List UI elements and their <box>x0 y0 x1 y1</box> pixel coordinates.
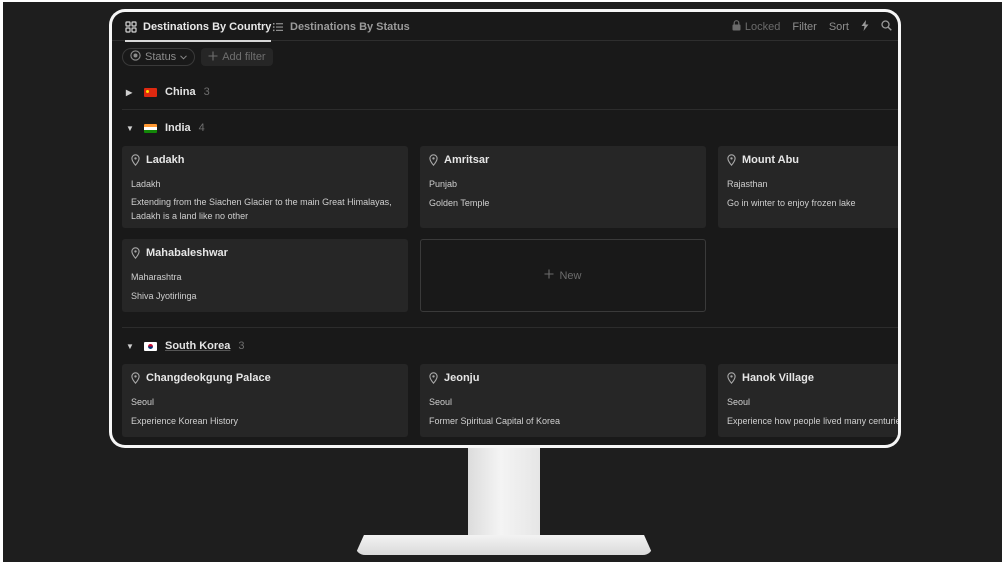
filter-bar: Status Add filter <box>122 48 273 66</box>
south-korea-flag-icon <box>144 341 157 351</box>
status-filter-label: Status <box>145 51 177 63</box>
card-region: Ladakh <box>131 179 161 189</box>
card-jeonju[interactable]: Jeonju Seoul Former Spiritual Capital of… <box>420 364 706 437</box>
card-description: Experience Korean History <box>131 416 239 426</box>
status-filter-chip[interactable]: Status <box>122 48 196 66</box>
filter-button[interactable]: Filter <box>792 21 816 33</box>
card-region: Punjab <box>429 179 458 189</box>
card-description: Experience how people lived many centuri… <box>727 416 898 426</box>
gallery-icon <box>125 20 137 33</box>
location-pin-icon <box>429 154 438 167</box>
monitor-stand-base <box>355 535 653 555</box>
tab-label: Destinations By Country <box>143 20 272 33</box>
card-description: Former Spiritual Capital of Korea <box>429 416 561 426</box>
status-icon <box>130 50 141 64</box>
card-title: Ladakh <box>146 154 185 166</box>
card-hanok-village[interactable]: Hanok Village Seoul Experience how peopl… <box>718 364 898 437</box>
caret-down-icon[interactable]: ▼ <box>126 124 136 133</box>
new-card-label: New <box>559 269 582 282</box>
card-description: Golden Temple <box>429 198 490 208</box>
group-name: South Korea <box>165 340 231 352</box>
india-flag-icon <box>144 123 157 133</box>
group-count: 4 <box>198 122 205 134</box>
location-pin-icon <box>727 154 736 167</box>
card-description: Go in winter to enjoy frozen lake <box>727 198 856 208</box>
list-icon <box>272 21 284 33</box>
automation-button[interactable] <box>861 19 869 34</box>
add-filter-label: Add filter <box>222 51 266 63</box>
card-title: Changdeokgung Palace <box>146 372 271 384</box>
chevron-down-icon <box>180 51 188 63</box>
group-name: India <box>165 122 191 134</box>
group-name: China <box>165 86 196 98</box>
search-icon <box>881 19 892 34</box>
card-region: Rajasthan <box>727 179 768 189</box>
card-ladakh[interactable]: Ladakh Ladakh Extending from the Siachen… <box>122 146 408 228</box>
tab-label: Destinations By Status <box>290 20 410 33</box>
card-title: Mount Abu <box>742 154 800 166</box>
divider <box>122 327 898 328</box>
sort-button[interactable]: Sort <box>829 21 849 33</box>
toolbar: Locked Filter Sort <box>732 12 892 41</box>
monitor-stand-neck <box>468 446 540 542</box>
card-mount-abu[interactable]: Mount Abu Rajasthan Go in winter to enjo… <box>718 146 898 228</box>
card-description: Extending from the Siachen Glacier to th… <box>131 197 392 221</box>
card-mahabaleshwar[interactable]: Mahabaleshwar Maharashtra Shiva Jyotirli… <box>122 239 408 312</box>
group-header-china[interactable]: ▶ China 3 <box>126 86 210 98</box>
card-region: Seoul <box>131 397 155 407</box>
card-region: Seoul <box>727 397 751 407</box>
tab-destinations-by-country[interactable]: Destinations By Country <box>125 12 272 42</box>
search-button[interactable] <box>881 19 892 34</box>
view-tabs-bar: Destinations By Country Destinations By … <box>112 12 898 42</box>
caret-right-icon[interactable]: ▶ <box>126 88 136 97</box>
card-region: Maharashtra <box>131 272 182 282</box>
divider <box>122 109 898 110</box>
location-pin-icon <box>131 154 140 167</box>
caret-down-icon[interactable]: ▼ <box>126 342 136 351</box>
lightning-icon <box>861 19 869 34</box>
card-changdeokgung-palace[interactable]: Changdeokgung Palace Seoul Experience Ko… <box>122 364 408 437</box>
location-pin-icon <box>131 372 140 385</box>
card-title: Amritsar <box>444 154 490 166</box>
group-header-south-korea[interactable]: ▼ South Korea 3 <box>126 340 245 352</box>
card-amritsar[interactable]: Amritsar Punjab Golden Temple <box>420 146 706 228</box>
group-header-india[interactable]: ▼ India 4 <box>126 122 205 134</box>
locked-label: Locked <box>744 20 781 33</box>
china-flag-icon <box>144 87 157 97</box>
card-title: Jeonju <box>444 372 480 384</box>
app-screen: Destinations By Country Destinations By … <box>112 12 898 445</box>
group-count: 3 <box>238 340 245 352</box>
lock-icon <box>732 19 741 34</box>
add-filter-button[interactable]: Add filter <box>201 48 273 66</box>
new-card-button[interactable]: New <box>420 239 706 312</box>
location-pin-icon <box>429 372 438 385</box>
location-pin-icon <box>727 372 736 385</box>
group-count: 3 <box>203 86 210 98</box>
card-title: Hanok Village <box>742 372 814 384</box>
plus-icon <box>544 269 554 282</box>
card-description: Shiva Jyotirlinga <box>131 291 197 301</box>
location-pin-icon <box>131 247 140 260</box>
tab-destinations-by-status[interactable]: Destinations By Status <box>272 12 410 41</box>
locked-button[interactable]: Locked <box>732 19 781 34</box>
card-region: Seoul <box>429 397 453 407</box>
plus-icon <box>208 51 218 64</box>
monitor-frame: Destinations By Country Destinations By … <box>109 9 901 448</box>
card-title: Mahabaleshwar <box>146 247 228 259</box>
